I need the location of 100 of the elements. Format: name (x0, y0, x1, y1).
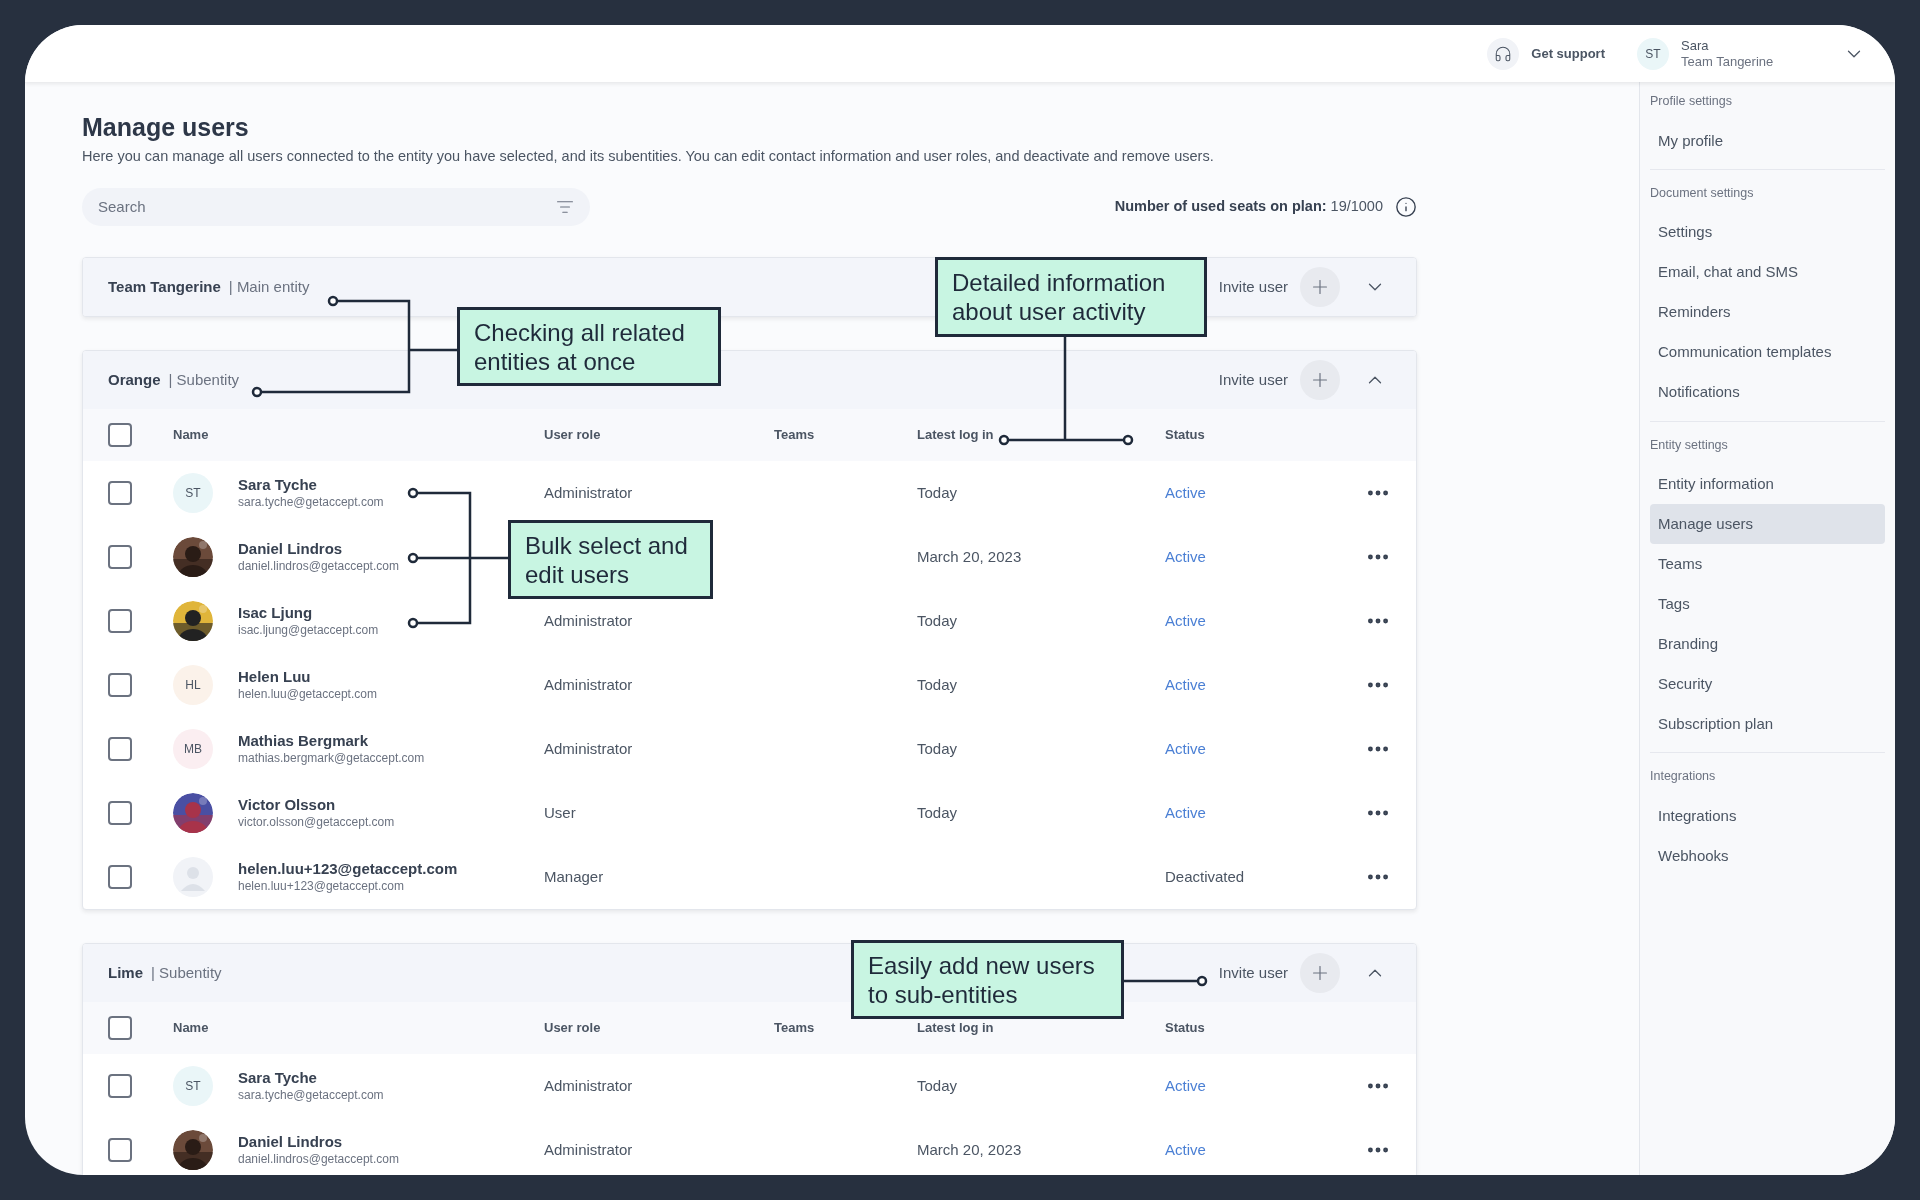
column-header: User role (544, 1019, 602, 1037)
sidebar-item[interactable]: Reminders (1650, 292, 1885, 333)
user-email: isac.ljung@getaccept.com (238, 622, 379, 639)
callout-box: Checking all related entities at once (457, 307, 721, 386)
status-text: Active (1165, 802, 1207, 823)
plus-icon (1300, 266, 1340, 307)
checkbox[interactable] (108, 736, 132, 761)
info-icon[interactable] (1395, 195, 1417, 218)
status-text: Active (1165, 1075, 1207, 1096)
invite-user-button[interactable]: Invite user (1218, 952, 1340, 993)
sidebar-section-title: Document settings (1650, 184, 1755, 202)
sidebar-section-title: Entity settings (1650, 436, 1729, 454)
table-cell-text: Today (917, 738, 959, 759)
table-cell-text: Administrator (544, 1075, 634, 1096)
page-title: Manage users (82, 112, 250, 142)
checkbox[interactable] (108, 480, 132, 505)
status-text: Active (1165, 1139, 1207, 1160)
user-email: sara.tyche@getaccept.com (238, 494, 384, 511)
sidebar-item[interactable]: Security (1650, 664, 1885, 705)
sidebar-item[interactable]: Tags (1650, 584, 1885, 625)
table-cell-text: Manager (544, 866, 605, 887)
entity-name: Team Tangerine (108, 276, 221, 297)
checkbox[interactable] (108, 672, 132, 697)
checkbox[interactable] (108, 608, 132, 633)
table-cell-text: Today (917, 610, 959, 631)
column-header: Teams (774, 426, 816, 444)
plus-icon (1300, 952, 1340, 993)
user-avatar: MB (173, 728, 213, 769)
user-name: Victor Olsson (238, 795, 337, 815)
table-cell-text: Administrator (544, 1139, 634, 1160)
user-avatar[interactable]: ST (1637, 37, 1669, 70)
get-support-button[interactable]: Get support (1487, 37, 1605, 70)
sidebar-item[interactable]: Notifications (1650, 372, 1885, 413)
invite-user-button[interactable]: Invite user (1218, 359, 1340, 400)
seats-label: Number of used seats on plan: (1114, 196, 1327, 216)
headphones-icon (1487, 37, 1520, 70)
page-description: Here you can manage all users connected to the entity you have selected, and its subentities. You can edit contact information and user roles, and deactivate and remove users. (82, 147, 1215, 166)
user-email: daniel.lindros@getaccept.com (238, 558, 399, 575)
table-cell-text: March 20, 2023 (917, 546, 1023, 567)
checkbox[interactable] (108, 1015, 132, 1040)
sidebar-section-title: Profile settings (1650, 93, 1733, 110)
checkbox[interactable] (108, 1137, 132, 1162)
sidebar-item[interactable]: Manage users (1650, 504, 1885, 545)
user-email: helen.luu+123@getaccept.com (238, 878, 405, 895)
table-cell-text: Administrator (544, 610, 634, 631)
user-email: sara.tyche@getaccept.com (238, 1087, 384, 1104)
entity-type: | Main entity (228, 276, 310, 297)
entity-name: Lime (108, 962, 143, 983)
entity-type: | Subentity (151, 962, 222, 983)
sidebar-item[interactable]: My profile (1650, 120, 1885, 161)
callout-box: Detailed information about user activity (935, 257, 1207, 337)
user-name: helen.luu+123@getaccept.com (238, 859, 458, 879)
user-name: Mathias Bergmark (238, 731, 370, 751)
user-name: Daniel Lindros (238, 539, 344, 559)
user-email: victor.olsson@getaccept.com (238, 814, 395, 831)
table-cell-text: Today (917, 674, 959, 695)
status-text: Active (1165, 674, 1207, 695)
table-cell-text: Administrator (544, 674, 634, 695)
sidebar-item[interactable]: Entity information (1650, 464, 1885, 505)
column-header: Latest log in (917, 426, 995, 444)
status-text: Active (1165, 610, 1207, 631)
checkbox[interactable] (108, 422, 132, 447)
sidebar-item[interactable]: Branding (1650, 624, 1885, 665)
user-avatar: HL (173, 664, 213, 705)
column-header: Name (173, 1019, 210, 1037)
seats-count: 19/1000 (1330, 196, 1383, 216)
sidebar-item[interactable]: Webhooks (1650, 836, 1885, 876)
plus-icon (1300, 359, 1340, 400)
checkbox[interactable] (108, 544, 132, 569)
user-name: Sara (1681, 37, 1710, 54)
checkbox[interactable] (108, 864, 132, 889)
status-text: Active (1165, 738, 1207, 759)
column-header: Latest log in (917, 1019, 995, 1037)
checkbox[interactable] (108, 1073, 132, 1098)
status-text: Active (1165, 546, 1207, 567)
search-field[interactable]: Search (82, 187, 590, 226)
user-name: Sara Tyche (238, 475, 318, 495)
invite-user-button[interactable]: Invite user (1218, 266, 1340, 307)
sidebar-item[interactable]: Integrations (1650, 796, 1885, 836)
sidebar-item[interactable]: Subscription plan (1650, 704, 1885, 745)
user-email: daniel.lindros@getaccept.com (238, 1151, 399, 1168)
user-avatar: ST (173, 472, 213, 513)
user-team: Team Tangerine (1681, 53, 1775, 70)
table-cell-text: Administrator (544, 482, 634, 503)
sidebar-item[interactable]: Email, chat and SMS (1650, 252, 1885, 293)
entity-name: Orange (108, 369, 161, 390)
table-cell-text: Today (917, 482, 959, 503)
checkbox[interactable] (108, 800, 132, 825)
sidebar-item[interactable]: Settings (1650, 212, 1885, 253)
user-email: mathias.bergmark@getaccept.com (238, 750, 425, 767)
sidebar-item[interactable]: Communication templates (1650, 332, 1885, 373)
user-name: Sara Tyche (238, 1068, 318, 1088)
user-placeholder-icon (173, 856, 213, 897)
entity-type: | Subentity (168, 369, 240, 390)
user-name: Helen Luu (238, 667, 312, 687)
table-cell-text: March 20, 2023 (917, 1139, 1023, 1160)
sidebar-item[interactable]: Teams (1650, 544, 1885, 585)
column-header: Name (173, 426, 210, 444)
column-header: Status (1165, 1019, 1206, 1037)
callout-box: Bulk select and edit users (508, 520, 713, 599)
